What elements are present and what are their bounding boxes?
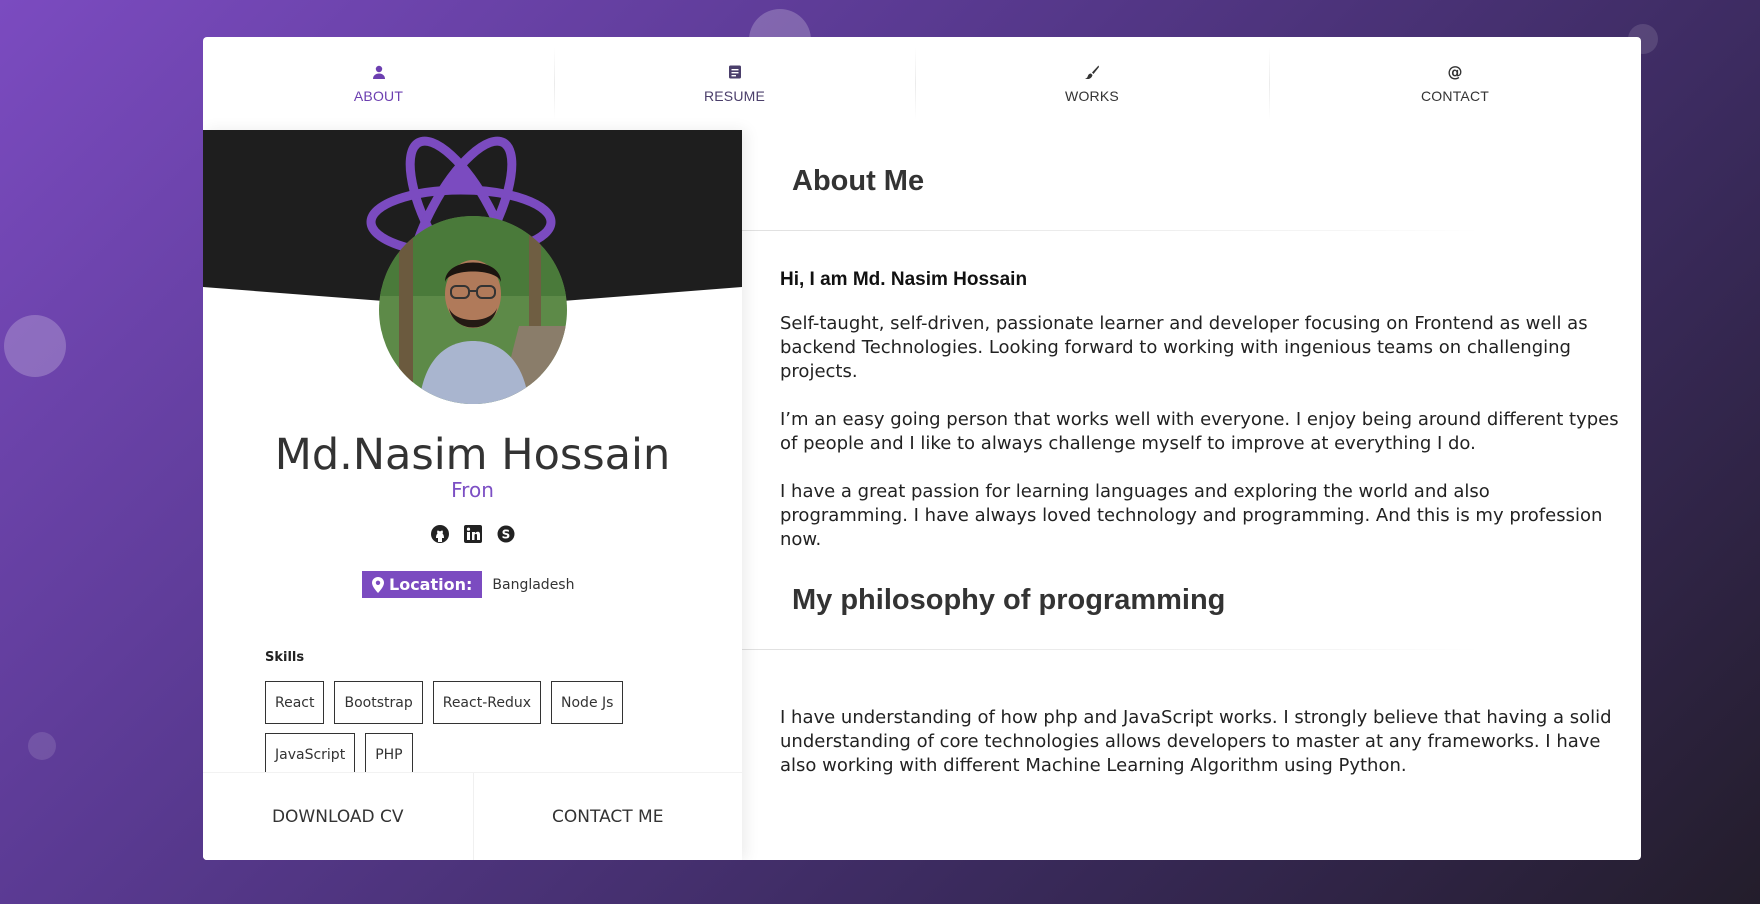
about-paragraph: I’m an easy going person that works well… [780, 409, 1619, 454]
skype-icon[interactable]: S [496, 524, 516, 544]
skill-tag: React-Redux [432, 681, 542, 724]
tab-contact-label: CONTACT [1420, 87, 1490, 104]
skill-tag: Bootstrap [334, 681, 423, 724]
about-title: About Me [792, 165, 925, 197]
divider [742, 649, 1482, 650]
top-nav: ABOUT RESUME WORKS @ CONTACT [203, 37, 1641, 130]
svg-text:S: S [501, 528, 510, 542]
location-label: Location: [389, 575, 473, 594]
decor-bubble [4, 315, 66, 377]
avatar [379, 216, 567, 404]
tab-works-label: WORKS [1065, 87, 1119, 104]
download-cv-button[interactable]: DOWNLOAD CV [203, 773, 473, 860]
tab-works[interactable]: WORKS [915, 37, 1269, 130]
tab-about-label: ABOUT [353, 87, 404, 104]
divider [742, 230, 1482, 231]
brush-icon [1085, 65, 1099, 79]
main-card: ABOUT RESUME WORKS @ CONTACT Md.Nasim Ho… [203, 37, 1641, 860]
tab-about[interactable]: ABOUT [203, 37, 554, 130]
skill-tag: Node Js [551, 681, 624, 724]
skill-tag: React [265, 681, 325, 724]
profile-name: Md.Nasim Hossain [274, 430, 671, 480]
about-paragraph: I have a great passion for learning lang… [780, 481, 1603, 550]
svg-text:@: @ [1448, 64, 1463, 80]
tab-contact[interactable]: @ CONTACT [1269, 37, 1641, 130]
location-badge: Location: [362, 571, 483, 598]
profile-role: Fron [451, 478, 494, 502]
profile-actions: DOWNLOAD CV CONTACT ME [203, 772, 742, 860]
tab-resume[interactable]: RESUME [554, 37, 915, 130]
location-value: Bangladesh [492, 576, 575, 593]
decor-bubble [28, 732, 56, 760]
person-icon [372, 65, 385, 79]
skills-title: Skills [265, 650, 305, 665]
github-icon[interactable] [430, 524, 450, 544]
skills-list: React Bootstrap React-Redux Node Js Java… [265, 681, 705, 776]
contact-me-button[interactable]: CONTACT ME [472, 773, 743, 860]
about-greeting: Hi, I am Md. Nasim Hossain [780, 269, 1028, 290]
philosophy-title: My philosophy of programming [792, 584, 1226, 616]
social-links: S [203, 524, 742, 544]
skill-tag: PHP [365, 733, 413, 776]
about-paragraph: Self-taught, self-driven, passionate lea… [780, 313, 1588, 382]
about-section: About Me Hi, I am Md. Nasim Hossain Self… [742, 130, 1641, 860]
document-icon [728, 65, 741, 78]
map-pin-icon [372, 576, 384, 593]
profile-card: Md.Nasim Hossain Fron S Location: Bangla… [203, 130, 742, 860]
skill-tag: JavaScript [265, 733, 356, 776]
philosophy-paragraph: I have understanding of how php and Java… [780, 707, 1612, 776]
tab-resume-label: RESUME [703, 87, 766, 104]
linkedin-icon[interactable] [463, 524, 483, 544]
location-row: Location: Bangladesh [362, 571, 574, 598]
at-icon: @ [1448, 64, 1463, 80]
